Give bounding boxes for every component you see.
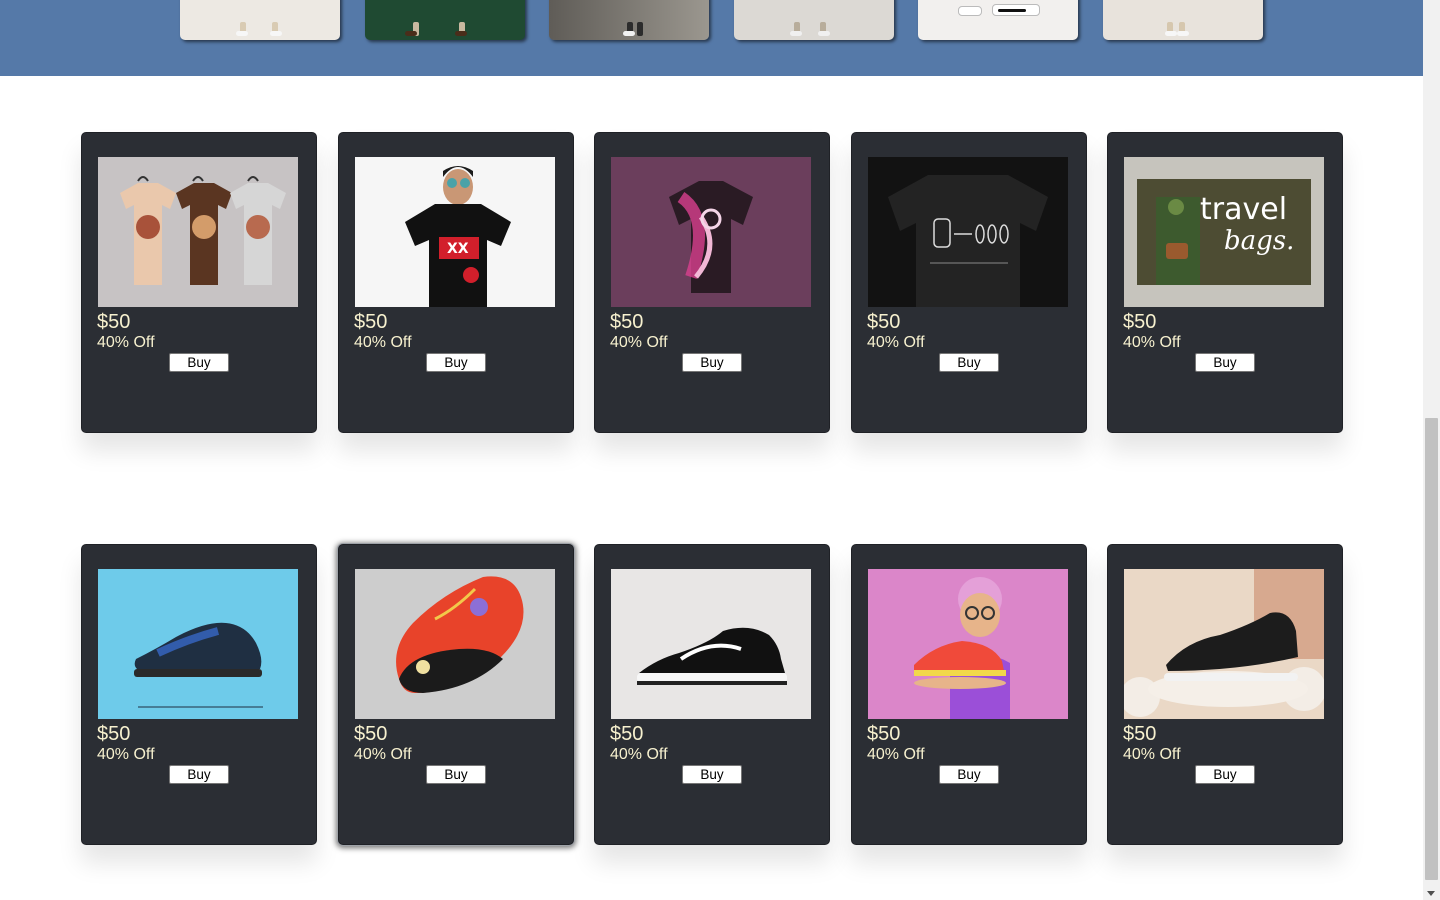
buy-button[interactable]: Buy (169, 765, 229, 784)
scrollbar-thumb[interactable] (1425, 418, 1438, 880)
buy-button[interactable]: Buy (426, 353, 486, 372)
price: $50 (97, 723, 131, 745)
buy-button[interactable]: Buy (939, 765, 999, 784)
scroll-down-arrow-icon[interactable] (1427, 891, 1435, 896)
image-text: bags. (1224, 226, 1294, 256)
discount: 40% Off (1123, 746, 1181, 763)
gallery-thumb-2[interactable] (365, 0, 525, 40)
discount: 40% Off (97, 334, 155, 351)
running-shoe-hand-image[interactable] (868, 569, 1068, 719)
pink-shirt-image[interactable] (611, 157, 811, 307)
buy-button[interactable]: Buy (939, 353, 999, 372)
product-card: $50 40% Off Buy (81, 132, 317, 433)
man-black-tshirt-image[interactable]: XX (355, 157, 555, 307)
discount: 40% Off (610, 334, 668, 351)
price: $50 (97, 311, 131, 333)
image-text: travel (1200, 192, 1287, 227)
discount: 40% Off (867, 334, 925, 351)
black-white-sneakers-image[interactable] (611, 569, 811, 719)
product-card: $50 40% Off Buy (851, 544, 1087, 845)
page-scrollbar[interactable] (1423, 0, 1440, 900)
price: $50 (1123, 311, 1157, 333)
black-sneaker-podium-image[interactable] (1124, 569, 1324, 719)
travel-bags-image[interactable]: travel bags. (1124, 157, 1324, 307)
discount: 40% Off (1123, 334, 1181, 351)
product-card: $50 40% Off Buy (851, 132, 1087, 433)
buy-button[interactable]: Buy (426, 765, 486, 784)
gallery-banner (0, 0, 1423, 76)
price: $50 (1123, 723, 1157, 745)
product-card: $50 40% Off Buy (338, 544, 574, 845)
buy-button[interactable]: Buy (1195, 765, 1255, 784)
price: $50 (867, 311, 901, 333)
price: $50 (354, 723, 388, 745)
tshirts-trio-image[interactable] (98, 157, 298, 307)
buy-button[interactable]: Buy (1195, 353, 1255, 372)
black-camera-tshirt-image[interactable] (868, 157, 1068, 307)
gallery-thumb-1[interactable] (180, 0, 340, 40)
buy-button[interactable]: Buy (682, 765, 742, 784)
product-card: $50 40% Off Buy (594, 132, 830, 433)
gallery-thumb-6[interactable] (1103, 0, 1263, 40)
price: $50 (354, 311, 388, 333)
blue-sneaker-image[interactable] (98, 569, 298, 719)
svg-text:XX: XX (447, 241, 469, 257)
red-sneaker-image[interactable] (355, 569, 555, 719)
buy-button[interactable]: Buy (682, 353, 742, 372)
discount: 40% Off (97, 746, 155, 763)
price: $50 (610, 723, 644, 745)
product-card: $50 40% Off Buy (1107, 544, 1343, 845)
discount: 40% Off (867, 746, 925, 763)
gallery-thumb-3[interactable] (549, 0, 709, 40)
discount: 40% Off (354, 334, 412, 351)
product-card: $50 40% Off Buy (81, 544, 317, 845)
discount: 40% Off (354, 746, 412, 763)
gallery-thumb-5[interactable] (918, 0, 1078, 40)
buy-button[interactable]: Buy (169, 353, 229, 372)
product-card: XX $50 40% Off Buy (338, 132, 574, 433)
price: $50 (867, 723, 901, 745)
gallery-thumb-4[interactable] (734, 0, 894, 40)
discount: 40% Off (610, 746, 668, 763)
price: $50 (610, 311, 644, 333)
product-card: $50 40% Off Buy (594, 544, 830, 845)
product-card: travel bags. $50 40% Off Buy (1107, 132, 1343, 433)
